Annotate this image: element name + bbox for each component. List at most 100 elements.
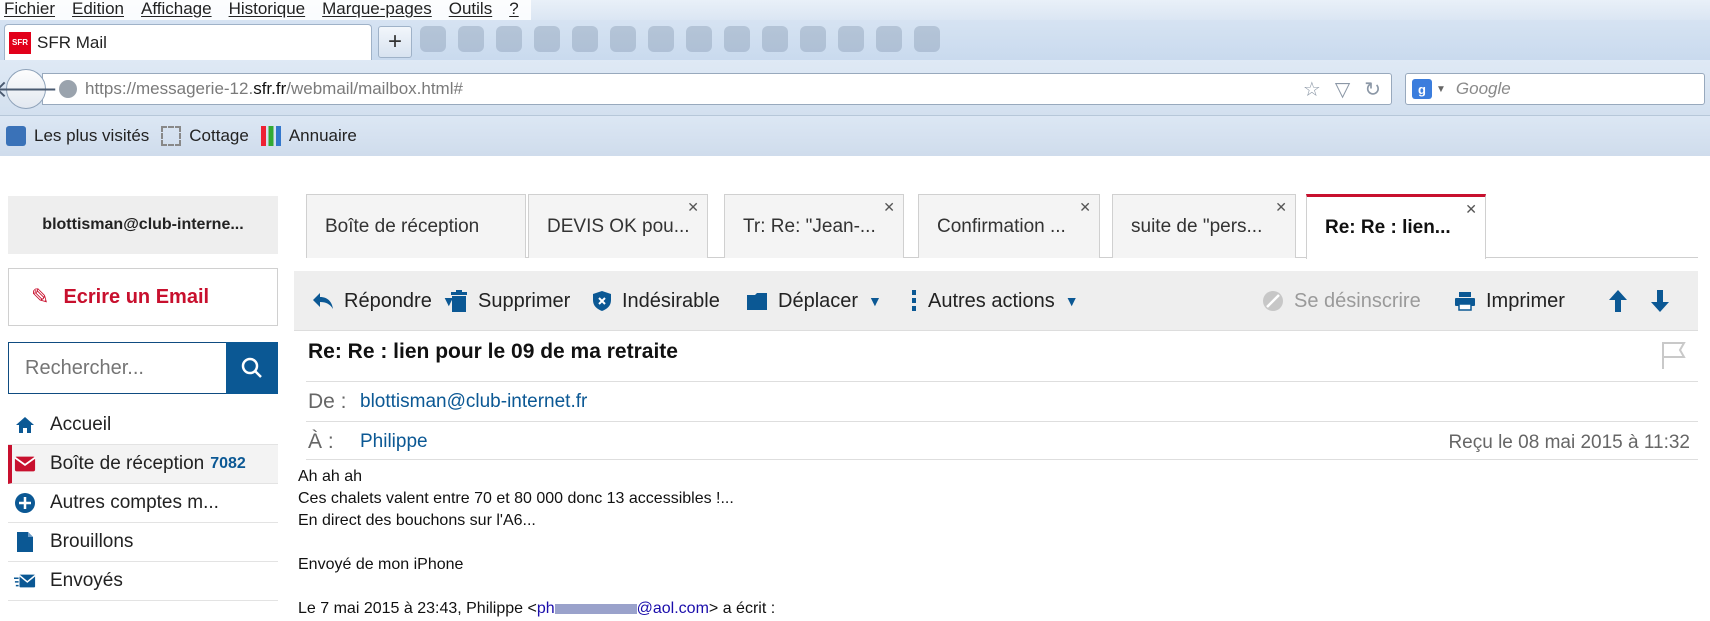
folder-other-accounts[interactable]: Autres comptes m... [8, 484, 278, 523]
menu-edition[interactable]: Edition [72, 0, 124, 20]
chevron-down-icon[interactable]: ▼ [1065, 293, 1079, 309]
plus-circle-icon [14, 492, 36, 514]
search-button[interactable] [226, 342, 278, 394]
close-icon[interactable]: ✕ [687, 199, 699, 216]
flag-icon[interactable] [1660, 340, 1688, 375]
bookmark-label: Annuaire [288, 126, 357, 145]
received-date: Reçu le 08 mai 2015 à 11:32 [1448, 432, 1690, 453]
unsubscribe-button[interactable]: Se désinscrire [1262, 271, 1421, 331]
quoted-email-link[interactable]: ph @aol.com [537, 600, 709, 617]
page-placeholder-icon [161, 126, 182, 146]
tab-confirmation[interactable]: Confirmation ... ✕ [918, 194, 1100, 258]
bookmark-cottage[interactable]: Cottage [161, 126, 249, 146]
sent-icon [14, 570, 36, 592]
search-engine-bar[interactable]: g ▼ Google [1405, 73, 1705, 105]
toolbar-ghost-icon [534, 26, 560, 52]
folder-accueil[interactable]: Accueil [8, 406, 278, 445]
menu-marque-pages[interactable]: Marque-pages [322, 0, 432, 20]
tab-inbox[interactable]: Boîte de réception [306, 194, 526, 258]
browser-tab-sfr-mail[interactable]: SFR SFR Mail [4, 24, 372, 60]
tab-label: suite de "pers... [1131, 215, 1263, 237]
toolbar-ghost-icon [648, 26, 674, 52]
more-actions-label: Autres actions [928, 289, 1055, 312]
address-bar[interactable]: https://messagerie-12.sfr.fr/webmail/mai… [42, 73, 1392, 105]
arrow-up-icon [1609, 290, 1627, 312]
tab-suite[interactable]: suite de "pers... ✕ [1112, 194, 1296, 258]
divider [306, 381, 1698, 382]
to-label: À : [308, 430, 334, 453]
tab-current-message[interactable]: Re: Re : lien... ✕ [1306, 194, 1486, 259]
body-line: En direct des bouchons sur l'A6... [298, 512, 536, 529]
spam-label: Indésirable [622, 289, 720, 312]
pencil-icon: ✎ [31, 284, 50, 309]
menu-fichier[interactable]: Fichier [4, 0, 55, 20]
bookmark-label: Cottage [189, 126, 249, 145]
back-button[interactable]: 🡐 [0, 69, 58, 109]
menu-bar: Fichier Edition Affichage Historique Mar… [0, 0, 1710, 20]
folder-drafts[interactable]: Brouillons [8, 523, 278, 562]
from-address[interactable]: blottisman@club-internet.fr [360, 391, 587, 413]
unsubscribe-label: Se désinscrire [1294, 289, 1421, 312]
tab-devis[interactable]: DEVIS OK pou... ✕ [528, 194, 708, 258]
account-name[interactable]: blottisman@club-interne... [8, 196, 278, 254]
back-arrow-icon: 🡐 [0, 76, 59, 103]
close-icon[interactable]: ✕ [883, 199, 895, 216]
close-icon[interactable]: ✕ [1275, 199, 1287, 216]
close-icon[interactable]: ✕ [1079, 199, 1091, 216]
draft-icon [14, 531, 36, 553]
tab-jean[interactable]: Tr: Re: "Jean-... ✕ [724, 194, 904, 258]
print-button[interactable]: Imprimer [1454, 271, 1565, 331]
quote-header: Le 7 mai 2015 à 23:43, Philippe <ph @aol.… [298, 600, 776, 617]
dropdown-triangle-icon[interactable]: ▽ [1335, 77, 1350, 102]
folder-sent[interactable]: Envoyés [8, 562, 278, 601]
menu-help[interactable]: ? [509, 0, 518, 20]
caret-down-icon[interactable]: ▼ [1436, 84, 1446, 95]
toolbar-ghost-icon [800, 26, 826, 52]
printer-icon [1454, 291, 1476, 311]
delete-button[interactable]: Supprimer [450, 271, 570, 331]
search-input[interactable] [8, 342, 226, 394]
to-recipient[interactable]: Philippe [360, 431, 428, 453]
bookmarks-bar: Les plus visités Cottage Annuaire [0, 116, 1710, 156]
sidebar: blottisman@club-interne... ✎ Ecrire un E… [8, 196, 278, 601]
folder-label: Autres comptes m... [50, 492, 219, 513]
google-icon[interactable]: g [1412, 79, 1432, 99]
bookmark-label: Les plus visités [34, 126, 150, 145]
body-blank-line [298, 532, 775, 554]
close-icon[interactable]: ✕ [1465, 201, 1477, 218]
menu-affichage[interactable]: Affichage [141, 0, 212, 20]
body-blank-line [298, 576, 775, 598]
previous-message-button[interactable] [1608, 271, 1628, 331]
bookmark-annuaire[interactable]: Annuaire [260, 126, 357, 146]
menu-historique[interactable]: Historique [229, 0, 306, 20]
reload-icon[interactable]: ↻ [1364, 77, 1381, 102]
body-line: Envoyé de mon iPhone [298, 556, 464, 573]
spam-button[interactable]: Indésirable [592, 271, 720, 331]
folder-label: Brouillons [50, 531, 134, 552]
folder-inbox[interactable]: Boîte de réception 7082 [8, 445, 278, 484]
redacted-text [554, 603, 637, 614]
toolbar-ghost-icon [914, 26, 940, 52]
search-icon [241, 357, 262, 378]
more-actions-button[interactable]: Autres actions ▼ [910, 271, 1079, 331]
new-tab-button[interactable]: + [378, 26, 412, 58]
toolbar-ghost-icon [420, 26, 446, 52]
chevron-down-icon[interactable]: ▼ [868, 293, 882, 309]
toolbar-ghost-icon [458, 26, 484, 52]
write-email-button[interactable]: ✎ Ecrire un Email [8, 268, 278, 326]
bookmark-star-icon[interactable]: ☆ [1303, 77, 1321, 102]
bookmark-most-visited[interactable]: Les plus visités [6, 126, 149, 146]
vertical-dots-icon [910, 289, 918, 313]
next-message-button[interactable] [1650, 271, 1670, 331]
message-body: Ah ah ah Ces chalets valent entre 70 et … [298, 466, 775, 620]
most-visited-icon [6, 126, 26, 146]
toolbar-ghost-icon [724, 26, 750, 52]
tab-label: Boîte de réception [325, 215, 480, 237]
reply-button[interactable]: Répondre ▼ [312, 271, 456, 331]
write-email-label: Ecrire un Email [63, 285, 210, 308]
shield-icon [592, 290, 612, 312]
tab-label: DEVIS OK pou... [547, 215, 690, 237]
move-button[interactable]: Déplacer ▼ [746, 271, 882, 331]
menu-outils[interactable]: Outils [449, 0, 492, 20]
toolbar-ghost-icon [876, 26, 902, 52]
